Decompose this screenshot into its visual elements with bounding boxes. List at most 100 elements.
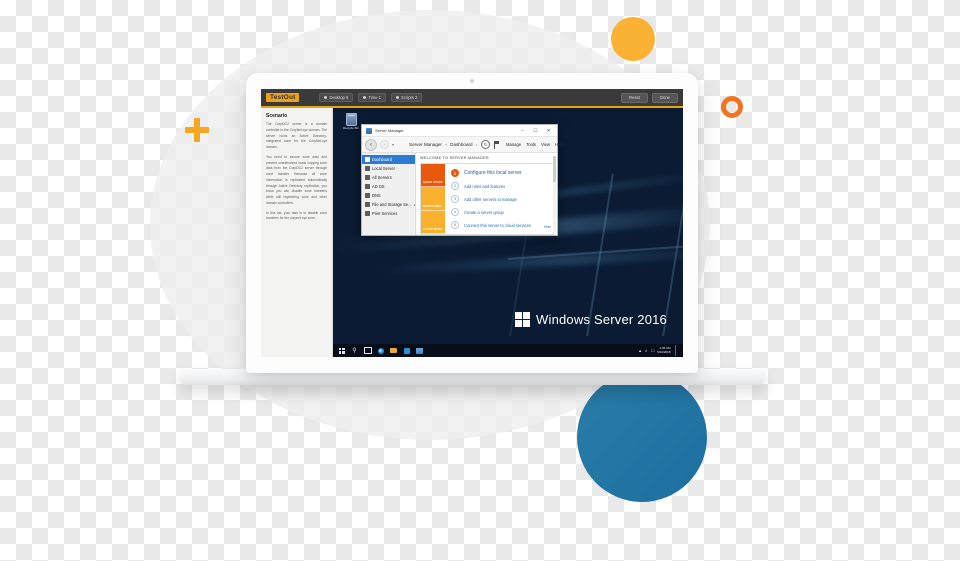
nav-item-dns[interactable]: DNS xyxy=(362,191,415,200)
tile-label: QUICK START xyxy=(423,181,443,185)
menu-item-help[interactable]: Help xyxy=(555,142,564,147)
task-view-icon[interactable] xyxy=(361,344,374,357)
step-number: 3 xyxy=(451,195,459,203)
toolbar-button-scripts[interactable]: Scripts 2 xyxy=(391,93,423,102)
reset-button[interactable]: Reset xyxy=(621,92,648,103)
menu-item-view[interactable]: View xyxy=(541,142,550,147)
window-controls: – ☐ ✕ xyxy=(516,125,555,136)
search-icon[interactable]: ⚲ xyxy=(348,344,361,357)
scenario-title: Scenario xyxy=(266,113,288,119)
laptop-mockup: TestOut Desktop 6 Time 1 Scripts 2 Reset… xyxy=(246,73,698,373)
nav-item-label: All Servers xyxy=(372,175,392,180)
server-icon xyxy=(365,166,370,171)
step-label: Add roles and features xyxy=(464,183,506,189)
server-manager-taskbar-icon[interactable] xyxy=(413,344,426,357)
breadcrumb-root[interactable]: Server Manager xyxy=(409,142,442,147)
quick-start-item[interactable]: 3 Add other servers to manage xyxy=(451,195,549,203)
decoration-yellow-plus xyxy=(185,118,209,142)
refresh-icon[interactable]: ↻ xyxy=(481,140,491,149)
windows-branding: Windows Server 2016 xyxy=(515,312,667,327)
decoration-orange-ring xyxy=(721,96,743,118)
desktop-icon-recycle-bin[interactable]: Recycle Bin xyxy=(339,113,363,131)
quick-start-item[interactable]: 4 Create a server group xyxy=(451,208,549,216)
nav-item-label: AD DS xyxy=(372,184,385,189)
clock-icon xyxy=(363,96,367,99)
scenario-panel[interactable]: Scenario The CorpDC2 server is a domain … xyxy=(261,108,333,357)
tile-label: WHAT'S NEW xyxy=(423,204,442,208)
step-number: 5 xyxy=(451,221,459,229)
window-navigation-bar: ‹ › ▾ Server Manager • Dashboard • ↻ Man… xyxy=(362,137,564,153)
minimize-icon[interactable]: – xyxy=(516,125,529,136)
app-header-actions: Reset Done xyxy=(621,92,678,103)
breadcrumb: Server Manager • Dashboard xyxy=(409,142,473,147)
taskbar-clock[interactable]: 1:05 AM 5/24/2018 xyxy=(657,346,671,355)
servers-icon xyxy=(365,175,370,180)
nav-item-dashboard[interactable]: Dashboard xyxy=(362,155,415,164)
step-label: Configure this local server xyxy=(464,170,522,176)
tile-column: QUICK START WHAT'S NEW LEARN MORE xyxy=(421,164,445,234)
tile-learn-more[interactable]: LEARN MORE xyxy=(421,210,445,234)
done-button[interactable]: Done xyxy=(651,92,678,103)
nav-item-ad-ds[interactable]: AD DS xyxy=(362,182,415,191)
step-number: 1 xyxy=(451,169,459,177)
show-desktop-button[interactable] xyxy=(675,345,678,356)
storage-icon xyxy=(365,202,370,207)
scenario-paragraph: The CorpDC2 server is a domain controlle… xyxy=(266,122,327,150)
network-icon[interactable]: ▲ xyxy=(638,348,642,353)
quick-start-item[interactable]: 5 Connect this server to cloud services xyxy=(451,221,549,229)
welcome-tile: QUICK START WHAT'S NEW LEARN MORE 1 Conf… xyxy=(420,163,554,235)
close-icon[interactable]: ✕ xyxy=(542,125,555,136)
nav-item-all-servers[interactable]: All Servers xyxy=(362,173,415,182)
active-directory-icon xyxy=(365,184,370,189)
quick-start-item[interactable]: 2 Add roles and features xyxy=(451,182,549,190)
step-label: Create a server group xyxy=(464,209,504,215)
chevron-down-icon[interactable]: ▾ xyxy=(392,142,394,147)
breadcrumb-current[interactable]: Dashboard xyxy=(450,142,472,147)
desktop-icon-label: Recycle Bin xyxy=(343,126,359,130)
edge-icon[interactable]: e xyxy=(374,344,387,357)
file-explorer-icon[interactable] xyxy=(387,344,400,357)
nav-item-file-and-storage[interactable]: File and Storage Se... ▸ xyxy=(362,200,415,209)
scrollbar-thumb[interactable] xyxy=(553,156,556,182)
maximize-icon[interactable]: ☐ xyxy=(529,125,542,136)
server-manager-window[interactable]: Server Manager – ☐ ✕ ‹ › ▾ Server Manage… xyxy=(361,124,564,236)
action-center-icon[interactable]: ☐ xyxy=(651,348,655,353)
tile-whats-new[interactable]: WHAT'S NEW xyxy=(421,187,445,211)
tile-quick-start[interactable]: QUICK START xyxy=(421,164,445,188)
nav-item-label: Print Services xyxy=(372,211,398,216)
start-icon[interactable] xyxy=(335,344,348,357)
laptop-screen: TestOut Desktop 6 Time 1 Scripts 2 Reset… xyxy=(261,89,683,357)
recycle-bin-icon xyxy=(345,113,357,126)
wallpaper-line xyxy=(507,243,683,260)
content-scrollbar[interactable] xyxy=(553,156,556,232)
windows-desktop[interactable]: Recycle Bin Server Manager – ☐ ✕ ‹ › ▾ S… xyxy=(333,108,683,357)
nav-item-local-server[interactable]: Local Server xyxy=(362,164,415,173)
branding-label: Windows Server 2016 xyxy=(536,312,667,327)
window-menu: Manage Tools View Help xyxy=(506,142,564,147)
menu-item-tools[interactable]: Tools xyxy=(526,142,536,147)
store-icon[interactable] xyxy=(400,344,413,357)
app-header: TestOut Desktop 6 Time 1 Scripts 2 Reset… xyxy=(261,89,683,108)
server-manager-nav: Dashboard Local Server All Servers AD DS… xyxy=(362,153,416,235)
back-icon[interactable]: ‹ xyxy=(365,138,377,151)
tile-label: LEARN MORE xyxy=(423,227,443,231)
decoration-blue-circle xyxy=(577,372,707,502)
taskbar[interactable]: ⚲ e ▲ ♬ ☐ 1:05 AM 5/24/2018 xyxy=(333,344,683,357)
decoration-yellow-circle xyxy=(611,17,655,61)
window-title-bar[interactable]: Server Manager – ☐ ✕ xyxy=(362,125,557,137)
toolbar-button-desktop[interactable]: Desktop 6 xyxy=(319,93,354,102)
clock-date: 5/24/2018 xyxy=(657,349,671,354)
notifications-flag-icon[interactable] xyxy=(494,140,500,149)
hide-link[interactable]: Hide xyxy=(544,225,551,229)
step-number: 4 xyxy=(451,208,459,216)
toolbar-button-time[interactable]: Time 1 xyxy=(358,93,386,102)
logo-pane xyxy=(523,320,531,327)
quick-start-item[interactable]: 1 Configure this local server xyxy=(451,169,549,177)
search-icon[interactable]: • xyxy=(476,142,477,147)
nav-item-print-services[interactable]: Print Services xyxy=(362,209,415,218)
logo-pane xyxy=(523,312,531,319)
forward-icon[interactable]: › xyxy=(380,140,389,149)
toolbar-label: Time 1 xyxy=(368,95,381,100)
volume-icon[interactable]: ♬ xyxy=(645,348,649,353)
menu-item-manage[interactable]: Manage xyxy=(506,142,521,147)
